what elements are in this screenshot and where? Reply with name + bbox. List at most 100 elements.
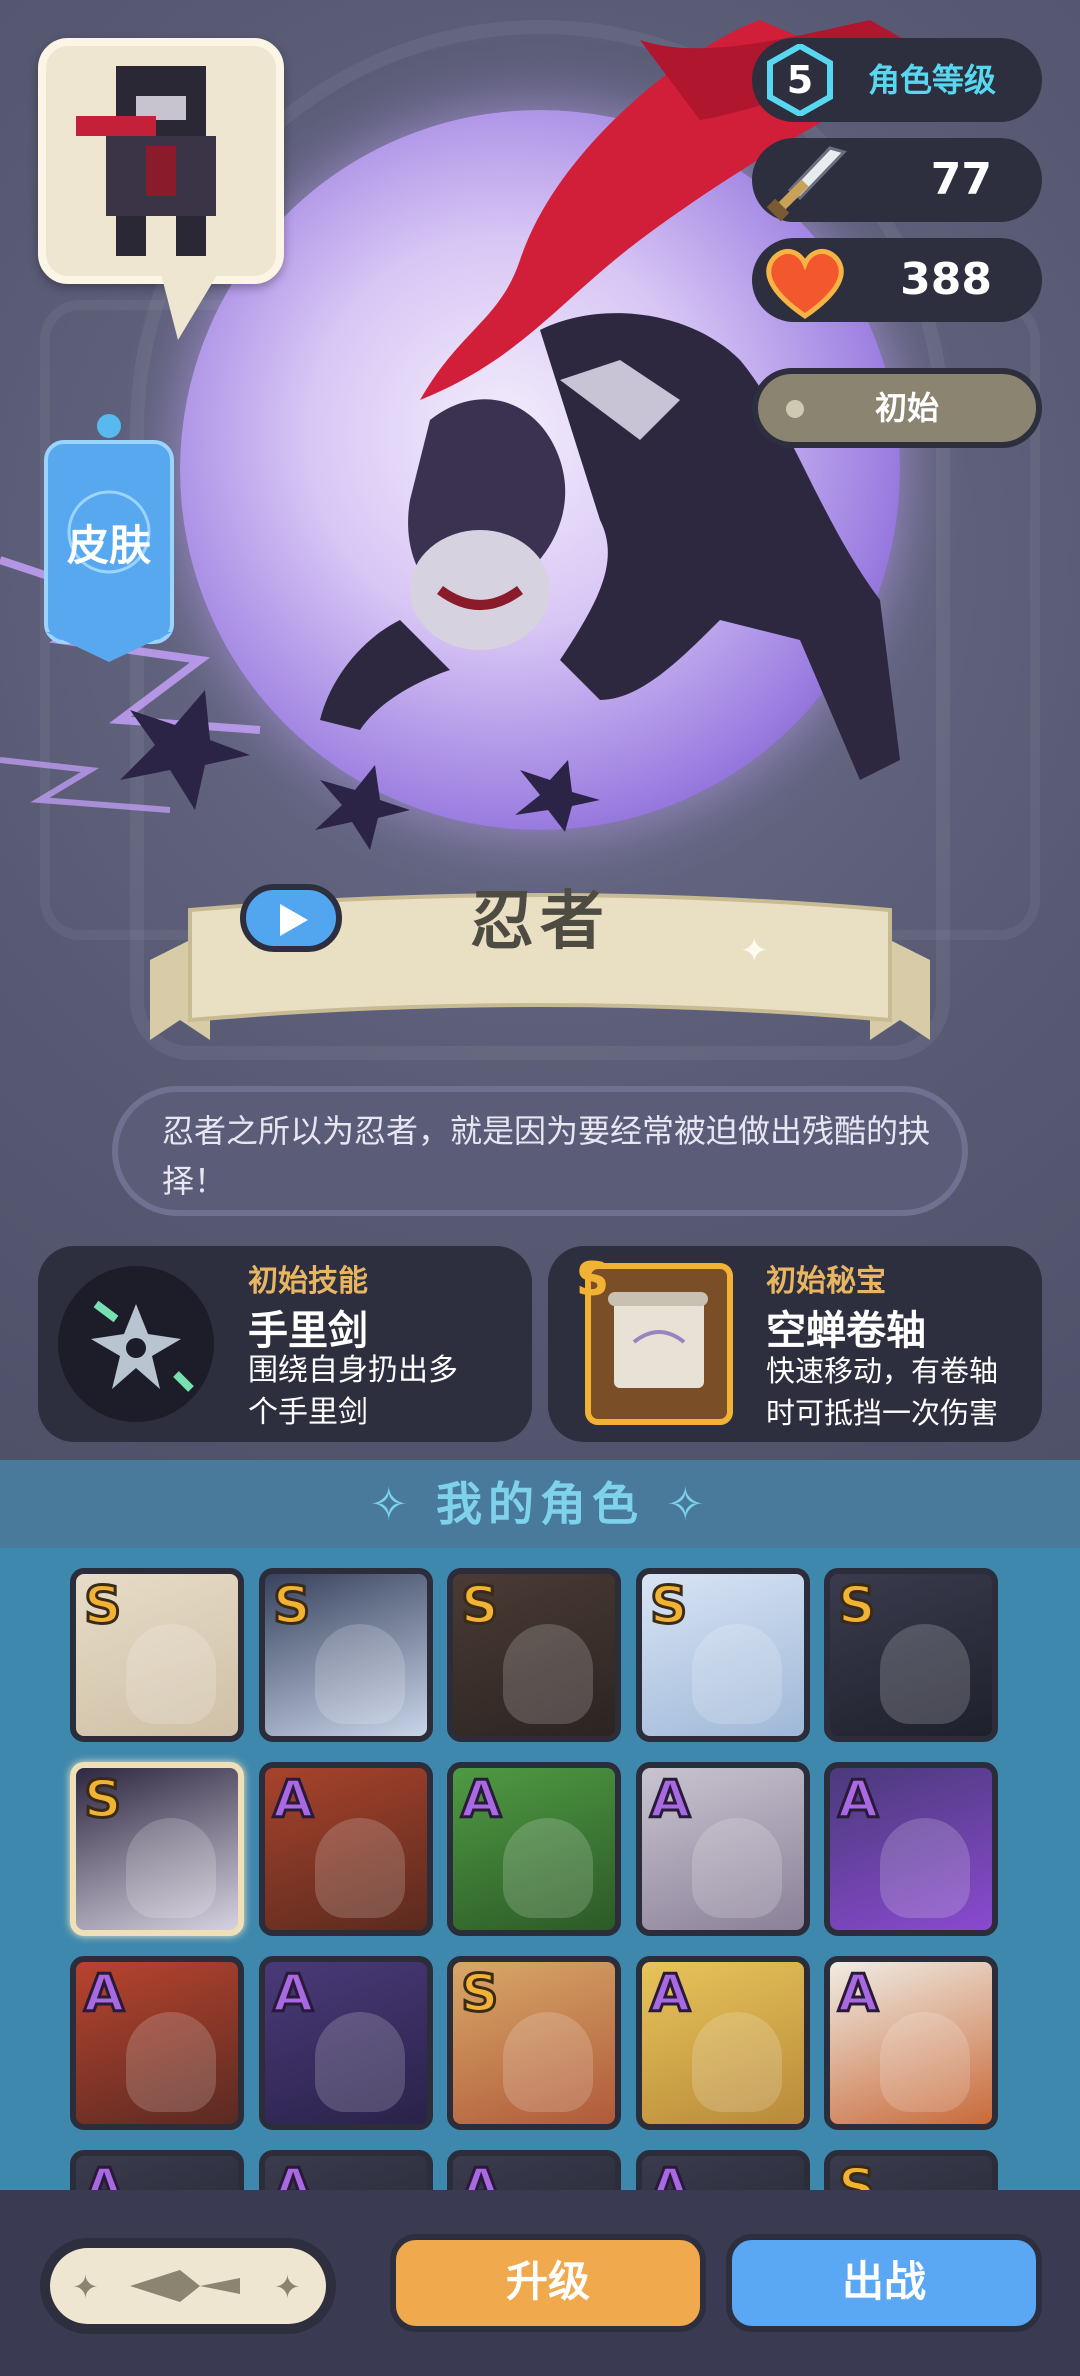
skill-card-title: 初始技能 (248, 1264, 368, 1299)
skin-state-toggle[interactable]: 初始 (752, 368, 1042, 448)
roster-character-tile[interactable]: A (636, 1762, 810, 1936)
bottom-action-bar: ✦ ✦ 升级 出战 (0, 2190, 1080, 2376)
roster-character-tile[interactable]: A (259, 2150, 433, 2190)
treasure-desc-line2: 时可抵挡一次伤害 (766, 1396, 999, 1430)
level-badge: 5 (764, 42, 836, 118)
rank-badge: S (648, 1575, 688, 1638)
character-description-box: 忍者之所以为忍者，就是因为要经常被迫做出残酷的抉择！ (112, 1086, 968, 1216)
attack-pill: 77 (752, 138, 1042, 222)
roster-character-tile[interactable]: A (70, 1956, 244, 2130)
treasure-card[interactable]: S 初始秘宝 空蝉卷轴 快速移动，有卷轴 时可抵挡一次伤害 (548, 1246, 1042, 1442)
upgrade-button[interactable]: 升级 (390, 2234, 706, 2332)
character-portrait-thumbnail (880, 1624, 970, 1724)
character-portrait-thumbnail (692, 1818, 782, 1918)
shuriken-skill-icon (58, 1266, 214, 1422)
rank-badge: A (271, 1963, 314, 2026)
character-portrait-thumbnail (126, 1624, 216, 1724)
svg-text:✦: ✦ (72, 2268, 99, 2306)
level-pill: 5 角色等级 (752, 38, 1042, 122)
skill-desc-line2: 个手里剑 (248, 1395, 368, 1430)
rank-badge: A (82, 2157, 125, 2191)
my-roles-title: ✧ 我的角色 ✧ (0, 1460, 1080, 1548)
roster-character-tile[interactable]: S (636, 1568, 810, 1742)
roster-character-tile[interactable]: A (70, 2150, 244, 2190)
level-number: 5 (786, 58, 814, 102)
rank-badge: A (836, 1769, 879, 1832)
skill-desc-line1: 围绕自身扔出多 (248, 1353, 458, 1388)
roster-character-tile[interactable]: A (636, 1956, 810, 2130)
skin-button[interactable]: 皮肤 (40, 412, 178, 662)
character-portrait-thumbnail (880, 2012, 970, 2112)
rank-badge: A (459, 2157, 502, 2191)
roster-character-tile[interactable]: S (824, 1568, 998, 1742)
rank-badge: A (648, 1963, 691, 2026)
character-portrait[interactable] (38, 38, 284, 284)
rank-badge: A (648, 1769, 691, 1832)
rank-badge: S (459, 1963, 499, 2026)
rank-badge: A (271, 1769, 314, 1832)
rank-badge: S (459, 1575, 499, 1638)
rank-badge: S (271, 1575, 311, 1638)
character-portrait-thumbnail (503, 2012, 593, 2112)
rank-badge: S (82, 1769, 122, 1832)
rank-badge: S (836, 1575, 876, 1638)
rank-badge: A (836, 1963, 879, 2026)
deploy-button[interactable]: 出战 (726, 2234, 1042, 2332)
roster-character-tile[interactable]: S (447, 1568, 621, 1742)
treasure-name: 空蝉卷轴 (766, 1308, 926, 1354)
character-portrait-thumbnail (503, 1818, 593, 1918)
treasure-desc-line1: 快速移动，有卷轴 (766, 1354, 999, 1388)
attack-value: 77 (930, 154, 992, 205)
health-pill: 388 (752, 238, 1042, 322)
right-arrow-deco-icon: ✧ (644, 1477, 711, 1531)
hero-area: 5 角色等级 77 388 初始 皮肤 ✦ 忍者 忍者之所以为忍者，就是因为要经… (0, 0, 1080, 1460)
roster-character-tile[interactable]: S (824, 2150, 998, 2190)
back-arrow-icon: ✦ ✦ (72, 2268, 301, 2306)
character-portrait-thumbnail (315, 2012, 405, 2112)
roster-character-tile[interactable]: A (447, 2150, 621, 2190)
roster-character-tile[interactable]: S (70, 1568, 244, 1742)
character-portrait-thumbnail (315, 1624, 405, 1724)
treasure-rank: S (576, 1252, 610, 1306)
health-value: 388 (900, 254, 992, 305)
sword-icon (766, 146, 847, 222)
character-portrait-thumbnail (315, 1818, 405, 1918)
svg-text:✦: ✦ (274, 2268, 301, 2306)
left-arrow-deco-icon: ✧ (369, 1477, 436, 1531)
roster-character-tile[interactable]: S (70, 1762, 244, 1936)
skin-state-label: 初始 (874, 389, 939, 427)
roster-character-tile[interactable]: A (259, 1762, 433, 1936)
character-portrait-thumbnail (692, 1624, 782, 1724)
roster-character-tile[interactable]: A (636, 2150, 810, 2190)
my-roles-title-text: 我的角色 (436, 1477, 644, 1531)
back-button[interactable]: ✦ ✦ (40, 2238, 336, 2334)
rank-badge: S (82, 1575, 122, 1638)
rank-badge: A (459, 1769, 502, 1832)
roster-character-tile[interactable]: A (259, 1956, 433, 2130)
character-roster: S S S S S S A A A A A A S A A A A A A S (0, 1548, 1080, 2190)
character-name: 忍者 (470, 885, 610, 959)
roster-character-tile[interactable]: S (259, 1568, 433, 1742)
level-label: 角色等级 (868, 61, 997, 99)
pixel-ninja-icon (76, 66, 216, 256)
character-description: 忍者之所以为忍者，就是因为要经常被迫做出残酷的抉择！ (162, 1112, 931, 1200)
rank-badge: A (271, 2157, 314, 2191)
roster-character-tile[interactable]: A (447, 1762, 621, 1936)
roster-character-tile[interactable]: A (824, 1762, 998, 1936)
my-roles-header: ✧ 我的角色 ✧ (0, 1460, 1080, 1548)
roster-character-tile[interactable]: A (824, 1956, 998, 2130)
character-portrait-thumbnail (126, 2012, 216, 2112)
treasure-card-title: 初始秘宝 (766, 1264, 886, 1299)
character-portrait-thumbnail (503, 1624, 593, 1724)
skin-button-label: 皮肤 (66, 521, 151, 570)
roster-character-tile[interactable]: S (447, 1956, 621, 2130)
character-portrait-thumbnail (126, 1818, 216, 1918)
rank-badge: A (648, 2157, 691, 2191)
back-button-inner: ✦ ✦ (50, 2248, 326, 2324)
rank-badge: S (836, 2157, 876, 2191)
heart-icon (766, 248, 844, 320)
skill-card[interactable]: 初始技能 手里剑 围绕自身扔出多 个手里剑 (38, 1246, 532, 1442)
skill-name: 手里剑 (248, 1308, 368, 1354)
character-portrait-thumbnail (692, 2012, 782, 2112)
character-portrait-thumbnail (880, 1818, 970, 1918)
